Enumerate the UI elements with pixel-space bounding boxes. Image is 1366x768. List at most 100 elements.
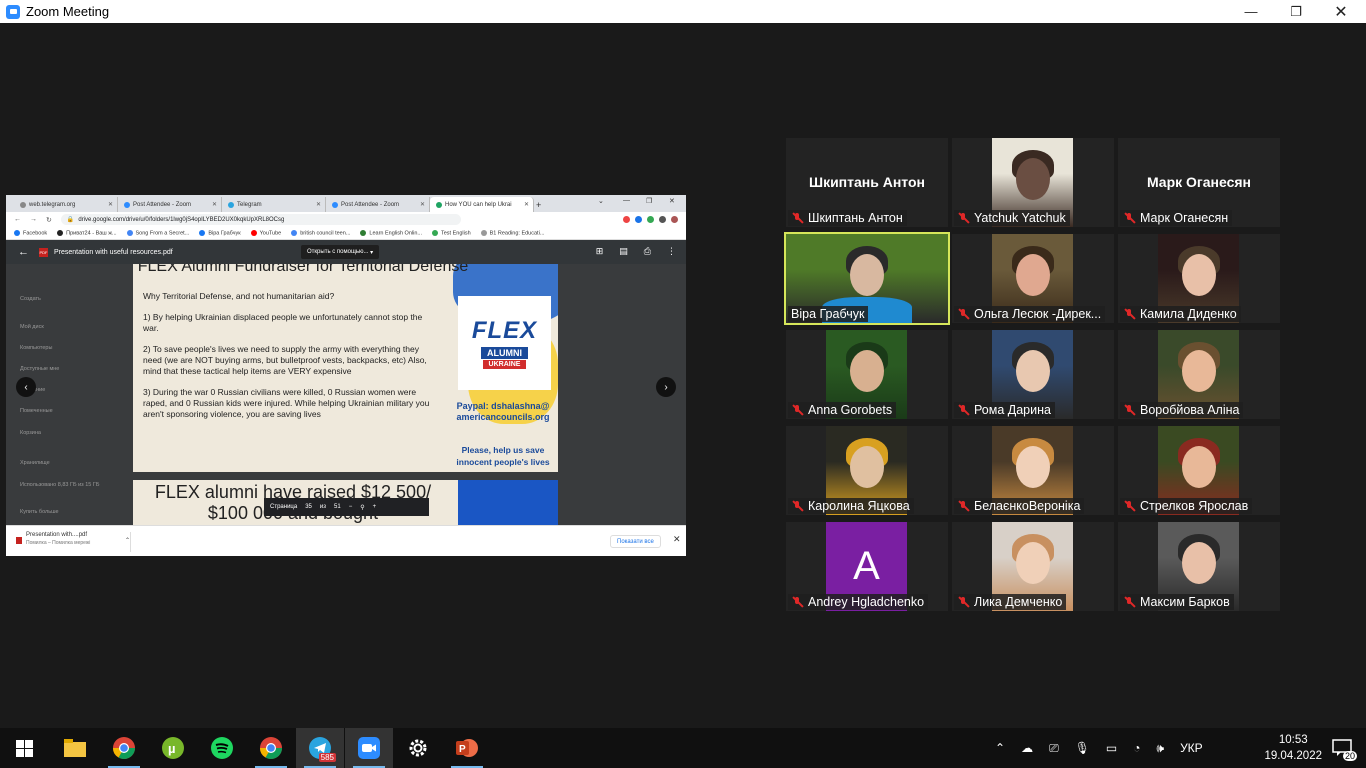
participant-tile[interactable]: Шкиптань Антон Шкиптань Антон <box>786 138 948 227</box>
participant-tile[interactable]: Максим Барков <box>1118 522 1280 611</box>
volume-icon[interactable]: 🕪 <box>1157 741 1165 756</box>
chrome-profile-icon[interactable] <box>247 728 295 768</box>
tab-close-icon[interactable]: ✕ <box>212 201 217 208</box>
reload-icon[interactable]: ↻ <box>46 216 52 224</box>
participant-tile[interactable]: Рома Дарина <box>952 330 1114 419</box>
minimize-button[interactable]: — <box>1228 0 1274 23</box>
chevron-up-icon[interactable]: ⌃ <box>125 537 130 544</box>
muted-mic-icon <box>791 500 804 512</box>
tab-close-icon[interactable]: ✕ <box>108 201 113 208</box>
close-button[interactable]: ✕ <box>1318 0 1364 23</box>
participant-tile[interactable]: Стрелков Ярослав <box>1118 426 1280 515</box>
participant-tile[interactable]: Yatchuk Yatchuk <box>952 138 1114 227</box>
window-title: Zoom Meeting <box>26 4 110 19</box>
new-tab-button[interactable]: + <box>534 197 548 212</box>
open-with-button[interactable]: Открыть с помощью... ▾ <box>301 245 380 259</box>
extension-icon[interactable] <box>647 216 654 223</box>
chrome-icon[interactable] <box>100 728 148 768</box>
close-icon[interactable]: ✕ <box>669 197 675 205</box>
drive-nav-item: Корзина <box>20 430 41 436</box>
shared-screen[interactable]: web.telegram.org ✕ Post Attendee - Zoom ✕ … <box>6 195 686 556</box>
utorrent-icon[interactable]: µ <box>149 728 197 768</box>
participant-tile[interactable]: Каролина Яцкова <box>786 426 948 515</box>
powerpoint-icon[interactable]: P <box>443 728 491 768</box>
participant-tile[interactable]: Камила Диденко <box>1118 234 1280 323</box>
notifications-icon[interactable]: 20 <box>1318 728 1366 768</box>
back-icon[interactable]: ← <box>14 216 21 223</box>
participant-label: Рома Дарина <box>954 402 1055 418</box>
microphone-icon[interactable]: 🎙 <box>1075 741 1090 755</box>
minimize-icon[interactable]: — <box>623 197 630 204</box>
restore-icon[interactable]: ❐ <box>646 197 652 205</box>
comment-icon[interactable]: ▤ <box>619 246 628 257</box>
zoom-in-icon[interactable]: + <box>373 504 377 510</box>
participant-tile[interactable]: Віра Грабчук <box>784 232 950 325</box>
participant-tile[interactable]: БелаєнкоВероніка <box>952 426 1114 515</box>
chevron-down-icon[interactable]: ⌄ <box>598 197 604 205</box>
muted-mic-icon <box>957 212 970 224</box>
wifi-icon[interactable]: ◔ <box>1133 741 1140 755</box>
extension-icon[interactable] <box>635 216 642 223</box>
next-page-arrow-icon[interactable]: › <box>656 377 676 397</box>
download-item[interactable]: Presentation with....pdf Помилка – Помилк… <box>16 532 131 552</box>
pdf-filename: Presentation with useful resources.pdf <box>54 248 173 256</box>
extension-icon[interactable] <box>623 216 630 223</box>
participant-tile[interactable]: Лика Демченко <box>952 522 1114 611</box>
prev-page-arrow-icon[interactable]: ‹ <box>16 377 36 397</box>
browser-tab[interactable]: web.telegram.org ✕ <box>14 197 118 212</box>
language-indicator[interactable]: УКР <box>1180 741 1203 755</box>
tab-close-icon[interactable]: ✕ <box>524 201 529 208</box>
forward-icon[interactable]: → <box>30 216 37 223</box>
participant-label: Віра Грабчук <box>788 306 869 322</box>
system-clock[interactable]: 10:53 19.04.2022 <box>1264 732 1322 764</box>
bookmark[interactable]: B1 Reading: Educati... <box>480 229 544 236</box>
muted-mic-icon <box>957 404 970 416</box>
browser-tab-active[interactable]: How YOU can help Ukrai ✕ <box>430 197 534 212</box>
add-to-drive-icon[interactable]: ⊞ <box>596 246 604 257</box>
bookmark[interactable]: YouTube <box>250 229 281 236</box>
puzzle-icon[interactable] <box>659 216 666 223</box>
more-vert-icon[interactable]: ⋮ <box>667 246 676 257</box>
settings-gear-icon[interactable] <box>394 728 442 768</box>
participant-tile[interactable]: Марк Оганесян Марк Оганесян <box>1118 138 1280 227</box>
spotify-icon[interactable] <box>198 728 246 768</box>
browser-tab[interactable]: Post Attendee - Zoom ✕ <box>118 197 222 212</box>
battery-icon[interactable]: ▭ <box>1106 741 1117 755</box>
camera-icon[interactable]: ⎚ <box>1049 741 1059 756</box>
participant-tile[interactable]: A Andrey Hgladchenko <box>786 522 948 611</box>
print-icon[interactable]: ⎙ <box>644 246 651 257</box>
participant-tile[interactable]: Anna Gorobets <box>786 330 948 419</box>
show-all-button[interactable]: Показати все <box>610 535 661 548</box>
page-number-input[interactable]: 35 <box>305 504 312 510</box>
participant-tile[interactable]: Воробйова Аліна <box>1118 330 1280 419</box>
bookmark[interactable]: Facebook <box>14 229 47 236</box>
avatar[interactable] <box>671 216 678 223</box>
browser-tab[interactable]: Post Attendee - Zoom ✕ <box>326 197 430 212</box>
close-icon[interactable]: ✕ <box>673 534 681 545</box>
pdf-viewer-toolbar: ← PDF Presentation with useful resources… <box>6 240 686 264</box>
onedrive-cloud-icon[interactable]: ☁ <box>1021 741 1033 755</box>
tab-close-icon[interactable]: ✕ <box>420 201 425 208</box>
pdf-pager: Страница 35 из 51 − ⚲ + <box>264 498 429 516</box>
zoom-icon[interactable] <box>345 728 393 768</box>
bookmark[interactable]: Song From a Secret... <box>126 229 189 236</box>
address-bar[interactable]: 🔒 drive.google.com/drive/u/0/folders/1lwg… <box>60 214 461 225</box>
chevron-up-icon[interactable]: ⌃ <box>995 741 1005 755</box>
zoom-out-icon[interactable]: − <box>349 504 353 510</box>
bookmark[interactable]: british council teen... <box>291 229 350 236</box>
file-explorer-icon[interactable] <box>51 728 99 768</box>
bookmark[interactable]: Learn English Onlin... <box>360 229 422 236</box>
downloads-bar: Presentation with....pdf Помилка – Помилк… <box>6 525 686 556</box>
maximize-button[interactable]: ❐ <box>1273 0 1319 23</box>
tab-close-icon[interactable]: ✕ <box>316 201 321 208</box>
telegram-icon[interactable]: 585 <box>296 728 344 768</box>
back-arrow-icon[interactable]: ← <box>18 246 29 258</box>
participant-tile[interactable]: Ольга Лесюк -Дирек... <box>952 234 1114 323</box>
windows-start-icon[interactable] <box>0 728 48 768</box>
magnifier-icon[interactable]: ⚲ <box>360 504 364 511</box>
bookmark[interactable]: Приват24 - Ваш ж... <box>57 229 117 236</box>
bookmark[interactable]: Віра Грабчук <box>199 229 241 236</box>
bookmark[interactable]: Test English <box>431 229 471 236</box>
browser-tab[interactable]: Telegram ✕ <box>222 197 326 212</box>
url-text: drive.google.com/drive/u/0/folders/1lwg0… <box>78 216 285 223</box>
